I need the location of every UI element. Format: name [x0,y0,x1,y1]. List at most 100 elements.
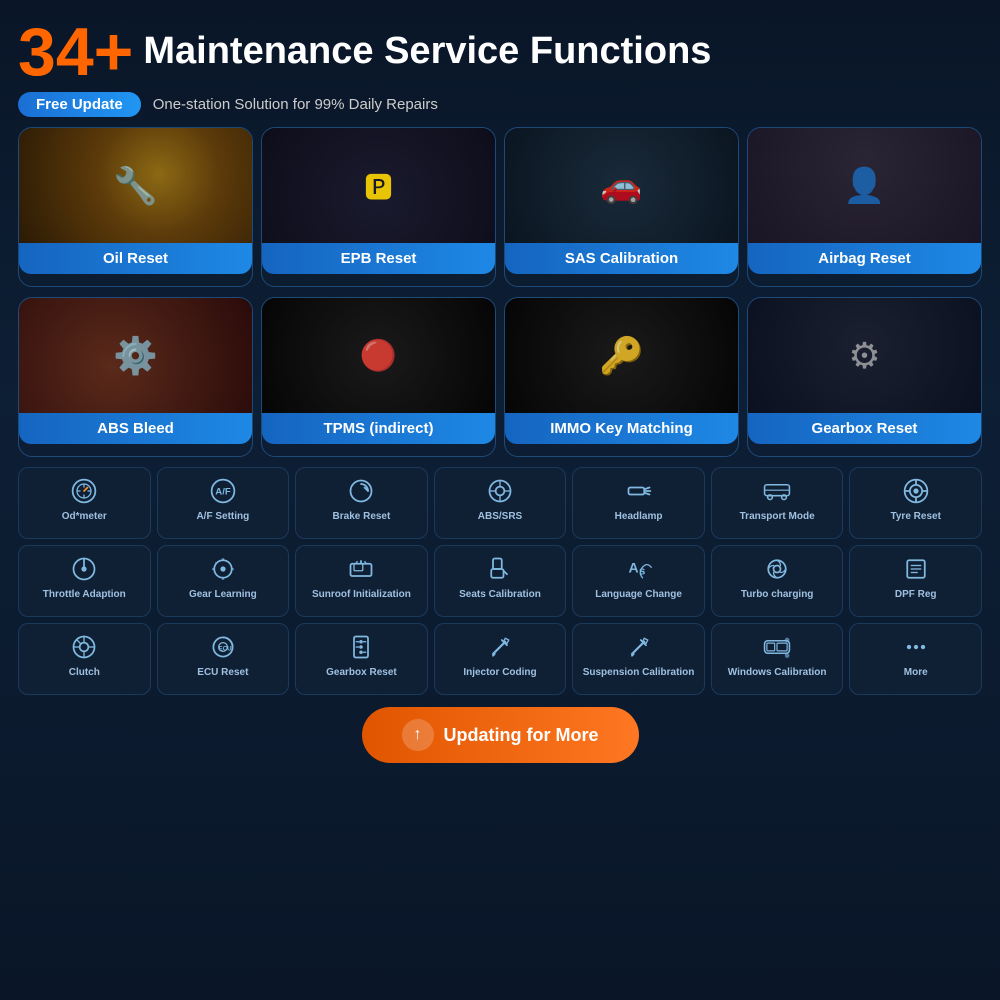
card-photo [505,128,738,243]
icon-symbol [70,632,98,662]
card-label: ABS Bleed [19,413,252,444]
icon-item[interactable]: Gear Learning [157,545,290,617]
icon-item[interactable]: ECU ECU Reset [157,623,290,695]
icon-label: Sunroof Initialization [312,589,411,601]
icon-item[interactable]: A s Language Change [572,545,705,617]
feature-grid-row1: Oil Reset EPB Reset SAS Calibration Airbag … [18,127,982,287]
icon-item[interactable]: Gearbox Reset [295,623,428,695]
icon-label: DPF Reg [895,589,937,601]
feature-count: 34+ [18,18,133,86]
icon-symbol: ECU [209,632,237,662]
icon-symbol [902,554,930,584]
icon-label: Brake Reset [333,511,391,523]
icon-label: Clutch [69,667,100,679]
feature-card: Airbag Reset [747,127,982,287]
svg-text:A: A [628,560,638,576]
icon-label: Headlamp [615,511,663,523]
icon-item[interactable]: Seats Calibration [434,545,567,617]
icon-symbol [209,554,237,584]
card-photo [19,128,252,243]
card-photo [748,298,981,413]
card-label: EPB Reset [262,243,495,274]
icon-symbol [763,476,791,506]
icon-item[interactable]: ABS/SRS [434,467,567,539]
icon-symbol [486,476,514,506]
icon-item[interactable]: Sunroof Initialization [295,545,428,617]
card-label: Gearbox Reset [748,413,981,444]
card-photo [262,298,495,413]
icon-item[interactable]: Od*meter [18,467,151,539]
feature-card: Oil Reset [18,127,253,287]
icon-area: Od*meter A/F A/F Setting Brake Reset ABS… [18,467,982,695]
icon-label: Injector Coding [463,667,536,679]
icon-label: Throttle Adaption [43,589,126,601]
icon-symbol: A/F [209,476,237,506]
icon-item[interactable]: Headlamp [572,467,705,539]
icon-symbol [902,476,930,506]
update-icon: ↑ [402,719,434,751]
icon-symbol [763,554,791,584]
icon-item[interactable]: Throttle Adaption [18,545,151,617]
card-label: IMMO Key Matching [505,413,738,444]
icon-item[interactable]: Injector Coding [434,623,567,695]
icon-label: Gear Learning [189,589,257,601]
icon-label: Od*meter [62,511,107,523]
icon-label: Gearbox Reset [326,667,397,679]
icon-symbol [70,554,98,584]
icon-label: ECU Reset [197,667,248,679]
icon-item[interactable]: Suspension Calibration [572,623,705,695]
icon-symbol [625,476,653,506]
card-photo [19,298,252,413]
card-label: Airbag Reset [748,243,981,274]
card-label: Oil Reset [19,243,252,274]
icon-item[interactable]: DPF Reg [849,545,982,617]
icon-symbol [902,632,930,662]
card-photo [262,128,495,243]
icon-label: A/F Setting [196,511,249,523]
icon-label: Windows Calibration [728,667,827,679]
icon-label: Transport Mode [740,511,815,523]
icon-symbol: A s [625,554,653,584]
icon-item[interactable]: Windows Calibration [711,623,844,695]
icon-row-1: Od*meter A/F A/F Setting Brake Reset ABS… [18,467,982,539]
icon-label: Tyre Reset [891,511,941,523]
icon-symbol [625,632,653,662]
icon-symbol [347,632,375,662]
icon-symbol [347,554,375,584]
icon-label: ABS/SRS [478,511,522,523]
free-update-badge: Free Update [18,92,141,117]
feature-grid-row2: ABS Bleed TPMS (indirect) IMMO Key Matchin… [18,297,982,457]
update-label: Updating for More [444,725,599,746]
icon-symbol [70,476,98,506]
feature-card: TPMS (indirect) [261,297,496,457]
main-container: 34+ Maintenance Service Functions Free U… [0,0,1000,1000]
icon-item[interactable]: Transport Mode [711,467,844,539]
icon-item[interactable]: Turbo charging [711,545,844,617]
svg-text:A/F: A/F [215,487,231,498]
icon-label: Seats Calibration [459,589,541,601]
card-photo [748,128,981,243]
icon-item[interactable]: Tyre Reset [849,467,982,539]
page-title: Maintenance Service Functions [143,31,711,73]
icon-label: Language Change [595,589,682,601]
feature-card: IMMO Key Matching [504,297,739,457]
icon-item[interactable]: Clutch [18,623,151,695]
icon-item[interactable]: More [849,623,982,695]
icon-symbol [486,554,514,584]
icon-symbol [763,632,791,662]
icon-symbol [486,632,514,662]
icon-item[interactable]: A/F A/F Setting [157,467,290,539]
icon-symbol [347,476,375,506]
feature-card: ABS Bleed [18,297,253,457]
header-section: 34+ Maintenance Service Functions Free U… [18,18,982,117]
card-photo [505,298,738,413]
feature-card: SAS Calibration [504,127,739,287]
icon-row-3: Clutch ECU ECU Reset Gearbox Reset Injec… [18,623,982,695]
card-label: TPMS (indirect) [262,413,495,444]
icon-item[interactable]: Brake Reset [295,467,428,539]
update-button[interactable]: ↑ Updating for More [362,707,639,763]
icon-row-2: Throttle Adaption Gear Learning Sunroof … [18,545,982,617]
icon-label: Suspension Calibration [583,667,695,679]
icon-label: Turbo charging [741,589,814,601]
svg-text:ECU: ECU [218,646,231,653]
